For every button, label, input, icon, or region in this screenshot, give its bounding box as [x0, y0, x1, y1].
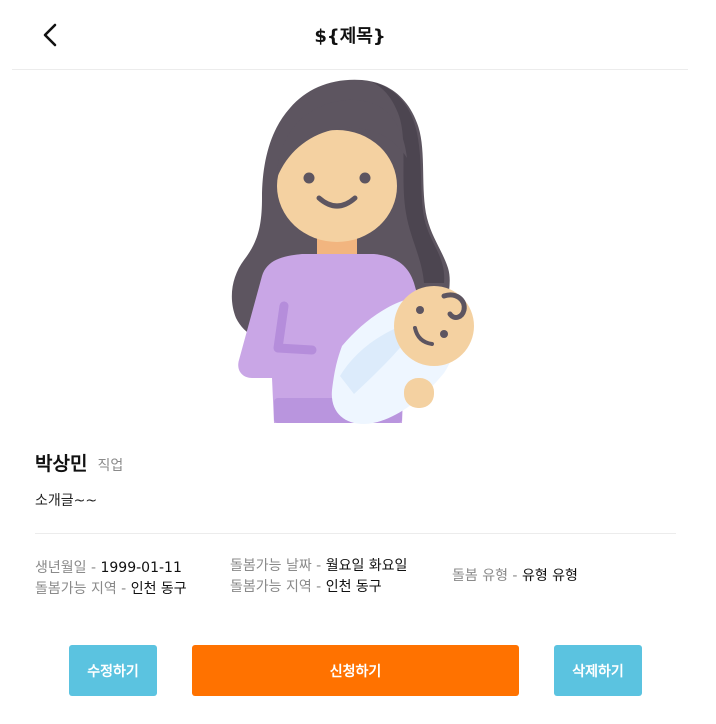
info-separator: -	[116, 581, 131, 597]
delete-button[interactable]: 삭제하기	[554, 645, 642, 696]
info-birth: 생년월일 - 1999-01-11	[35, 558, 187, 579]
info-column-3: 돌봄 유형 - 유형 유형	[452, 566, 578, 587]
info-value: 인천 동구	[325, 579, 382, 595]
info-separator: -	[507, 568, 522, 584]
info-value: 유형 유형	[521, 568, 578, 584]
profile-job: 직업	[97, 458, 124, 474]
apply-button[interactable]: 신청하기	[192, 645, 519, 696]
info-value: 인천 동구	[130, 581, 187, 597]
info-separator: -	[86, 560, 101, 576]
info-column-2: 돌봄가능 날짜 - 월요일 화요일 돌봄가능 지역 - 인천 동구	[230, 556, 407, 598]
info-region-1: 돌봄가능 지역 - 인천 동구	[35, 579, 187, 600]
info-value: 1999-01-11	[100, 560, 182, 576]
page-title: ${제목}	[314, 26, 386, 47]
info-label: 돌봄가능 날짜	[230, 558, 312, 574]
info-label: 생년월일	[35, 560, 87, 576]
info-days: 돌봄가능 날짜 - 월요일 화요일	[230, 556, 407, 577]
profile-intro: 소개글~~	[35, 493, 98, 509]
info-type: 돌봄 유형 - 유형 유형	[452, 566, 578, 587]
edit-button[interactable]: 수정하기	[69, 645, 157, 696]
profile-name: 박상민	[35, 453, 88, 475]
section-divider	[35, 533, 676, 534]
info-column-1: 생년월일 - 1999-01-11 돌봄가능 지역 - 인천 동구	[35, 558, 187, 600]
profile-name-row: 박상민 직업	[35, 449, 123, 476]
info-value: 월요일 화요일	[325, 558, 408, 574]
mother-holding-baby-illustration	[231, 79, 474, 424]
info-label: 돌봄가능 지역	[35, 581, 117, 597]
app-header: ${제목}	[12, 0, 688, 70]
info-label: 돌봄가능 지역	[230, 579, 312, 595]
info-label: 돌봄 유형	[452, 568, 508, 584]
info-region-2: 돌봄가능 지역 - 인천 동구	[230, 577, 407, 598]
info-separator: -	[311, 579, 326, 595]
info-separator: -	[311, 558, 326, 574]
